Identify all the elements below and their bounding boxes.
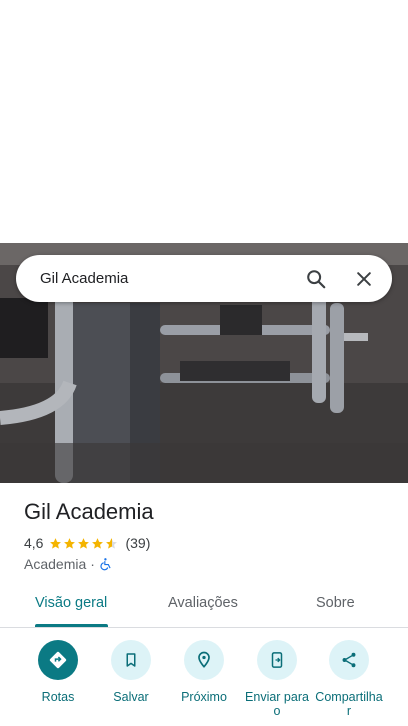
place-tabs: Visão geral Avaliações Sobre bbox=[0, 583, 408, 628]
star-icon bbox=[64, 537, 76, 549]
send-to-phone-button[interactable]: Enviar para o bbox=[240, 640, 314, 718]
send-to-phone-icon bbox=[271, 652, 283, 668]
search-query[interactable]: Gil Academia bbox=[40, 270, 292, 287]
save-label: Salvar bbox=[113, 690, 149, 704]
review-count[interactable]: (39) bbox=[125, 535, 150, 551]
tab-overview[interactable]: Visão geral bbox=[35, 595, 107, 611]
half-star-icon bbox=[106, 537, 118, 549]
active-tab-indicator bbox=[35, 624, 108, 627]
search-button[interactable] bbox=[292, 255, 340, 302]
share-button[interactable]: Compartilha r bbox=[312, 640, 386, 718]
place-category: Academia bbox=[24, 556, 87, 572]
send-to-phone-label: Enviar para o bbox=[245, 690, 309, 718]
rating-row[interactable]: 4,6 (39) bbox=[24, 535, 150, 551]
tab-reviews[interactable]: Avaliações bbox=[168, 595, 238, 611]
nearby-label: Próximo bbox=[181, 690, 227, 704]
send-to-phone-circle bbox=[257, 640, 297, 680]
directions-label: Rotas bbox=[41, 690, 75, 704]
wheelchair-accessible-icon bbox=[100, 558, 111, 571]
directions-icon bbox=[49, 651, 67, 669]
action-bar: Rotas Salvar Próximo Enviar para o Compa… bbox=[0, 640, 408, 726]
place-title: Gil Academia bbox=[24, 499, 154, 524]
close-icon bbox=[357, 271, 371, 286]
save-button[interactable]: Salvar bbox=[94, 640, 168, 704]
nearby-icon bbox=[198, 651, 210, 668]
share-icon bbox=[342, 652, 356, 668]
bookmark-icon bbox=[126, 653, 136, 667]
nearby-circle bbox=[184, 640, 224, 680]
star-icon bbox=[92, 537, 104, 549]
nearby-button[interactable]: Próximo bbox=[167, 640, 241, 704]
star-icon bbox=[50, 537, 62, 549]
share-label: Compartilha r bbox=[315, 690, 383, 718]
rating-value: 4,6 bbox=[24, 535, 44, 551]
search-bar[interactable]: Gil Academia bbox=[16, 255, 392, 302]
rating-stars bbox=[49, 537, 119, 550]
save-circle bbox=[111, 640, 151, 680]
share-circle bbox=[329, 640, 369, 680]
category-row: Academia · bbox=[24, 556, 113, 572]
directions-button[interactable]: Rotas bbox=[21, 640, 95, 704]
directions-circle bbox=[38, 640, 78, 680]
clear-search-button[interactable] bbox=[340, 255, 388, 302]
search-icon bbox=[307, 269, 326, 288]
tab-about[interactable]: Sobre bbox=[316, 595, 355, 611]
separator: · bbox=[90, 556, 95, 572]
star-icon bbox=[78, 537, 90, 549]
